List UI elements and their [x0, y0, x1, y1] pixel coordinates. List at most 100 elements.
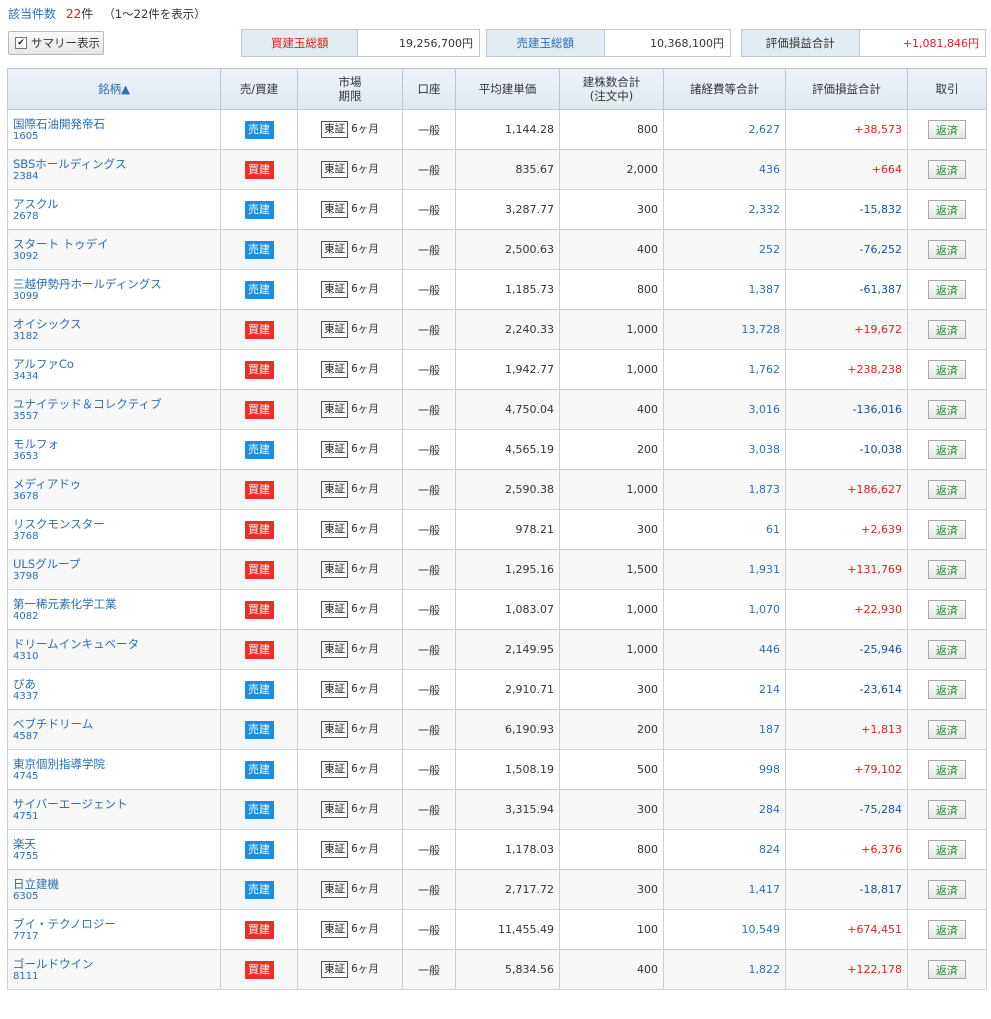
period-text: 6ヶ月	[351, 803, 379, 815]
stock-name-link[interactable]: アスクル	[13, 197, 215, 211]
settle-button[interactable]: 返済	[928, 840, 966, 859]
stock-name-link[interactable]: リスクモンスター	[13, 517, 215, 531]
stock-cell: サイバーエージェント 4751	[7, 789, 221, 830]
fees-cell: 3,016	[663, 389, 786, 430]
stock-name-link[interactable]: スタート トゥデイ	[13, 237, 215, 251]
account-cell: 一般	[402, 509, 456, 550]
stock-name-link[interactable]: ぴあ	[13, 677, 215, 691]
stock-name-link[interactable]: ブイ・テクノロジー	[13, 917, 215, 931]
stock-name-link[interactable]: 楽天	[13, 837, 215, 851]
stock-code: 3768	[13, 530, 39, 542]
side-cell: 売建	[220, 829, 298, 870]
side-badge: 買建	[244, 520, 274, 539]
stock-name-link[interactable]: 日立建機	[13, 877, 215, 891]
account-cell: 一般	[402, 909, 456, 950]
avg-price-cell: 1,508.19	[455, 749, 560, 790]
trade-cell: 返済	[907, 429, 987, 470]
market-badge: 東証	[321, 721, 349, 738]
stock-code: 3182	[13, 330, 39, 342]
settle-button[interactable]: 返済	[928, 680, 966, 699]
settle-button[interactable]: 返済	[928, 880, 966, 899]
pl-cell: -23,614	[785, 669, 908, 710]
summary-toggle-button[interactable]: ✔ サマリー表示	[8, 31, 104, 55]
period-text: 6ヶ月	[351, 963, 379, 975]
col-header-name[interactable]: 銘柄▲	[7, 68, 221, 110]
market-cell: 東証 6ヶ月	[297, 789, 403, 830]
account-cell: 一般	[402, 749, 456, 790]
result-range-text: （1〜22件を表示）	[103, 7, 206, 21]
period-text: 6ヶ月	[351, 203, 379, 215]
settle-button[interactable]: 返済	[928, 320, 966, 339]
stock-cell: ブイ・テクノロジー 7717	[7, 909, 221, 950]
stock-cell: メディアドゥ 3678	[7, 469, 221, 510]
trade-cell: 返済	[907, 309, 987, 350]
col-header-market: 市場 期限	[297, 68, 403, 110]
stock-name-link[interactable]: 国際石油開発帝石	[13, 117, 215, 131]
account-cell: 一般	[402, 589, 456, 630]
qty-cell: 100	[559, 909, 664, 950]
settle-button[interactable]: 返済	[928, 360, 966, 379]
avg-price-cell: 5,834.56	[455, 949, 560, 990]
trade-cell: 返済	[907, 469, 987, 510]
account-cell: 一般	[402, 109, 456, 150]
trade-cell: 返済	[907, 789, 987, 830]
settle-button[interactable]: 返済	[928, 520, 966, 539]
table-row: スタート トゥデイ 3092 売建 東証 6ヶ月 一般 2,500.63 400 252 -76,…	[7, 229, 987, 270]
stock-name-link[interactable]: 東京個別指導学院	[13, 757, 215, 771]
market-badge: 東証	[321, 481, 349, 498]
stock-name-link[interactable]: ULSグループ	[13, 557, 215, 571]
table-header-row: 銘柄▲ 売/買建 市場 期限 口座 平均建単価 建株数合計 (注文中) 諸経費等合計…	[7, 68, 987, 110]
settle-button[interactable]: 返済	[928, 760, 966, 779]
side-badge: 買建	[244, 400, 274, 419]
settle-button[interactable]: 返済	[928, 600, 966, 619]
side-badge: 売建	[244, 800, 274, 819]
pl-cell: -136,016	[785, 389, 908, 430]
period-text: 6ヶ月	[351, 723, 379, 735]
table-row: モルフォ 3653 売建 東証 6ヶ月 一般 4,565.19 200 3,038 -10,038…	[7, 429, 987, 470]
settle-button[interactable]: 返済	[928, 800, 966, 819]
stock-name-link[interactable]: SBSホールディングス	[13, 157, 215, 171]
settle-button[interactable]: 返済	[928, 120, 966, 139]
stock-name-link[interactable]: ユナイテッド＆コレクティブ	[13, 397, 215, 411]
settle-button[interactable]: 返済	[928, 960, 966, 979]
account-cell: 一般	[402, 669, 456, 710]
stock-name-link[interactable]: オイシックス	[13, 317, 215, 331]
table-row: 日立建機 6305 売建 東証 6ヶ月 一般 2,717.72 300 1,417 -18,817…	[7, 869, 987, 910]
period-text: 6ヶ月	[351, 403, 379, 415]
market-badge: 東証	[321, 241, 349, 258]
settle-button[interactable]: 返済	[928, 480, 966, 499]
settle-button[interactable]: 返済	[928, 440, 966, 459]
stock-name-link[interactable]: ドリームインキュベータ	[13, 637, 215, 651]
avg-price-cell: 1,185.73	[455, 269, 560, 310]
market-cell: 東証 6ヶ月	[297, 629, 403, 670]
settle-button[interactable]: 返済	[928, 560, 966, 579]
stock-name-link[interactable]: 第一稀元素化学工業	[13, 597, 215, 611]
settle-button[interactable]: 返済	[928, 200, 966, 219]
fees-cell: 1,387	[663, 269, 786, 310]
settle-button[interactable]: 返済	[928, 280, 966, 299]
pl-cell: -15,832	[785, 189, 908, 230]
stock-name-link[interactable]: モルフォ	[13, 437, 215, 451]
stock-name-link[interactable]: サイバーエージェント	[13, 797, 215, 811]
stock-name-link[interactable]: アルファCo	[13, 357, 215, 371]
summary-checkbox[interactable]: ✔	[15, 37, 27, 49]
side-cell: 売建	[220, 269, 298, 310]
trade-cell: 返済	[907, 629, 987, 670]
stock-name-link[interactable]: 三越伊勢丹ホールディングス	[13, 277, 215, 291]
stock-name-link[interactable]: メディアドゥ	[13, 477, 215, 491]
pl-cell: -75,284	[785, 789, 908, 830]
settle-button[interactable]: 返済	[928, 400, 966, 419]
stock-name-link[interactable]: ベブチドリーム	[13, 717, 215, 731]
qty-cell: 300	[559, 509, 664, 550]
settle-button[interactable]: 返済	[928, 640, 966, 659]
settle-button[interactable]: 返済	[928, 160, 966, 179]
trade-cell: 返済	[907, 709, 987, 750]
settle-button[interactable]: 返済	[928, 240, 966, 259]
settle-button[interactable]: 返済	[928, 720, 966, 739]
market-cell: 東証 6ヶ月	[297, 109, 403, 150]
result-count-unit: 件	[81, 7, 94, 21]
stock-name-link[interactable]: ゴールドウイン	[13, 957, 215, 971]
col-header-qty: 建株数合計 (注文中)	[559, 68, 664, 110]
settle-button[interactable]: 返済	[928, 920, 966, 939]
fees-cell: 214	[663, 669, 786, 710]
